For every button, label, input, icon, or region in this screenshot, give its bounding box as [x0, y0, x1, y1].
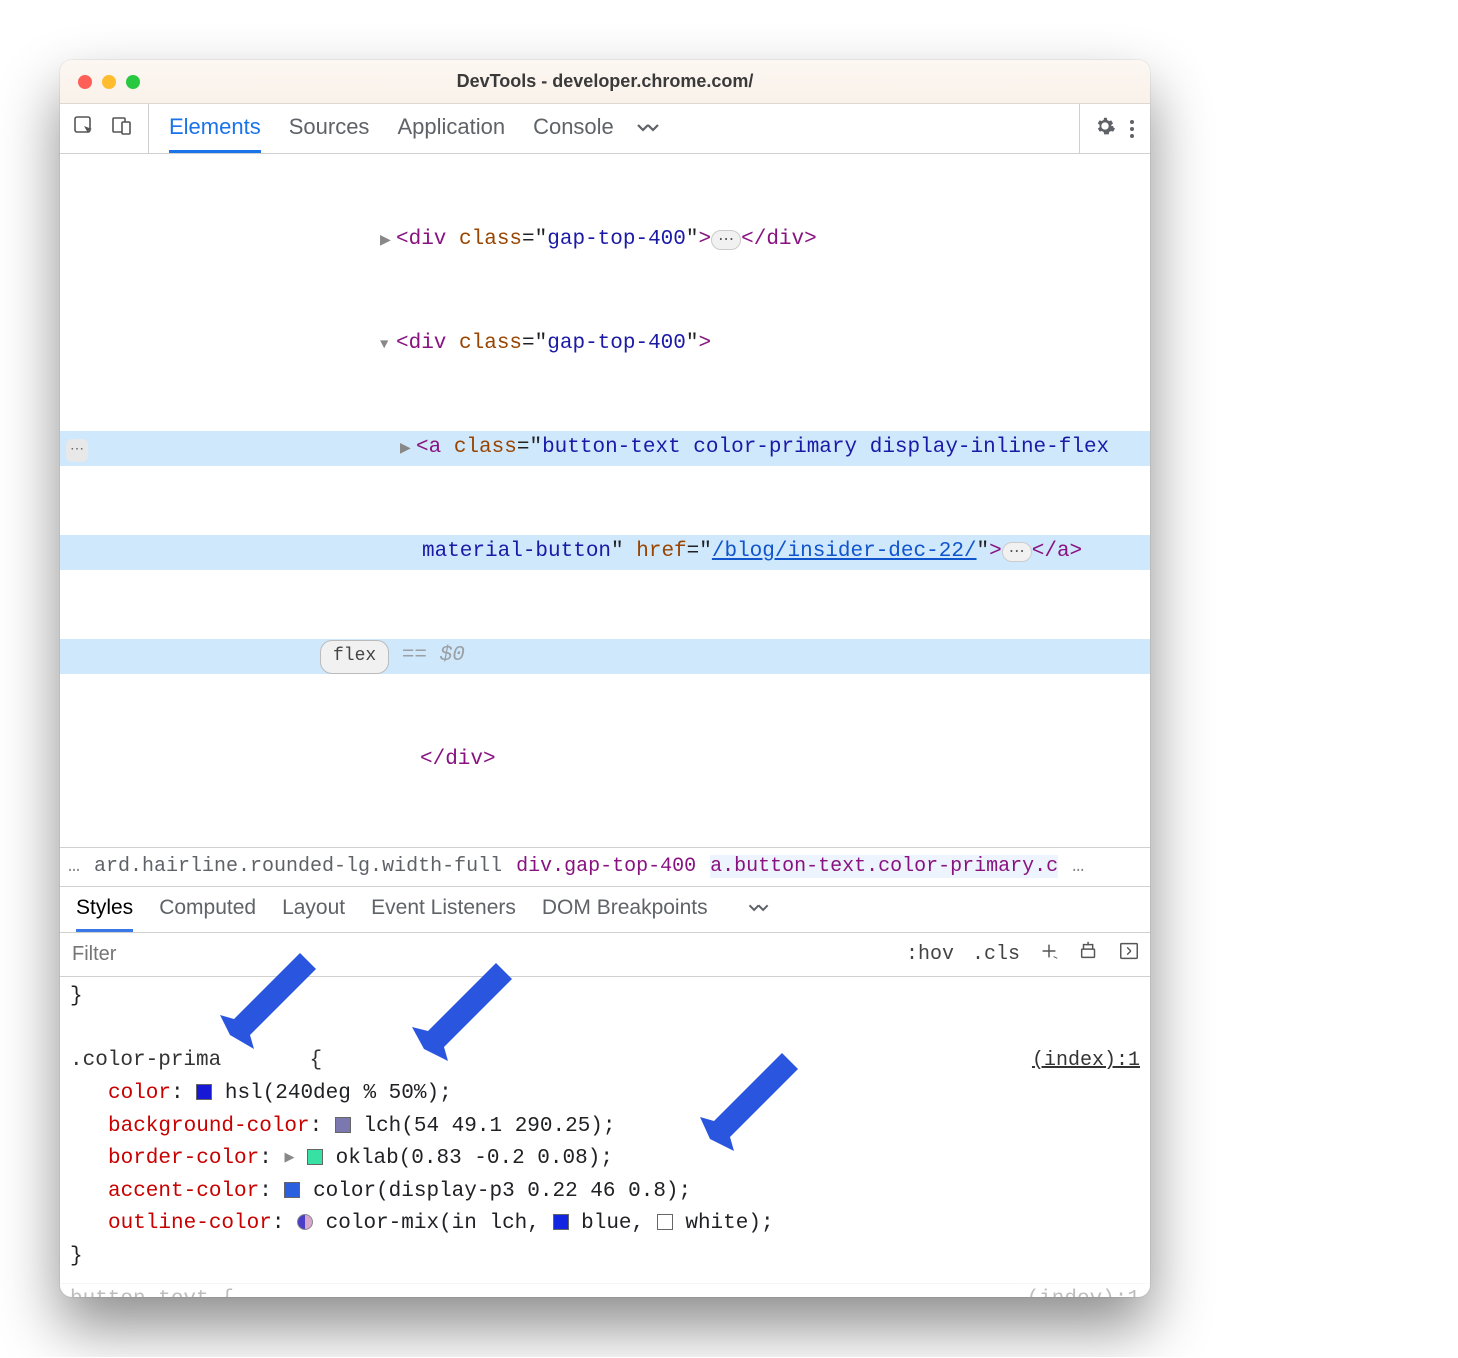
css-selector[interactable]: .color-prima	[70, 1049, 221, 1072]
color-swatch-icon[interactable]	[307, 1149, 323, 1165]
flex-badge[interactable]: flex	[320, 640, 389, 674]
inspect-element-icon[interactable]	[72, 114, 96, 144]
breadcrumb-item[interactable]: div.gap-top-400	[516, 855, 696, 878]
tab-styles[interactable]: Styles	[76, 887, 133, 932]
styles-pane[interactable]: } .color-prima { (index):1 color: hsl(24…	[60, 977, 1150, 1283]
tab-application[interactable]: Application	[397, 104, 505, 153]
dom-node-selected-meta: flex == $0	[60, 639, 1150, 674]
color-swatch-icon[interactable]	[196, 1084, 212, 1100]
breadcrumb-overflow-left[interactable]: …	[68, 855, 80, 878]
css-rule-header[interactable]: .color-prima { (index):1	[70, 1045, 1140, 1078]
css-declaration[interactable]: accent-color: color(display-p3 0.22 46 0…	[70, 1176, 1140, 1209]
more-sub-tabs-icon[interactable]	[744, 887, 775, 932]
styles-stray-brace: }	[70, 981, 1140, 1014]
minimize-window-button[interactable]	[102, 75, 116, 89]
paint-flash-icon[interactable]	[1078, 940, 1100, 969]
device-toolbar-icon[interactable]	[110, 114, 134, 144]
styles-filter-input[interactable]	[70, 942, 270, 967]
window-title: DevTools - developer.chrome.com/	[60, 71, 1150, 92]
dom-node-selected-cont[interactable]: material-button" href="/blog/insider-dec…	[60, 535, 1150, 570]
css-declaration[interactable]: border-color: ▶ oklab(0.83 -0.2 0.08);	[70, 1143, 1140, 1176]
close-window-button[interactable]	[78, 75, 92, 89]
tab-elements[interactable]: Elements	[169, 104, 261, 153]
tab-sources[interactable]: Sources	[289, 104, 370, 153]
tab-computed[interactable]: Computed	[159, 887, 256, 932]
ellipsis-icon[interactable]: ⋯	[1002, 542, 1032, 562]
styles-next-rule-cut: button tovt { (indov):1	[60, 1283, 1150, 1297]
css-rule-closing-brace: }	[70, 1241, 1140, 1274]
tab-layout[interactable]: Layout	[282, 887, 345, 932]
href-link[interactable]: /blog/insider-dec-22/	[712, 540, 977, 563]
gutter-ellipsis-icon: ⋯	[66, 439, 88, 462]
color-swatch-icon[interactable]	[335, 1117, 351, 1133]
ellipsis-icon[interactable]: ⋯	[711, 230, 741, 250]
css-source-link[interactable]: (index):1	[1032, 1045, 1140, 1078]
color-swatch-icon[interactable]	[657, 1214, 673, 1230]
color-mix-swatch-icon[interactable]	[297, 1214, 313, 1230]
more-tabs-icon[interactable]	[632, 104, 666, 153]
color-swatch-icon[interactable]	[284, 1182, 300, 1198]
dom-node-closing[interactable]: </div>	[60, 743, 1150, 778]
main-tabs: Elements Sources Application Console	[169, 104, 614, 153]
breadcrumb-overflow-right[interactable]: …	[1072, 855, 1084, 878]
tab-dom-breakpoints[interactable]: DOM Breakpoints	[542, 887, 708, 932]
styles-sub-tabs: Styles Computed Layout Event Listeners D…	[60, 887, 1150, 933]
css-declaration[interactable]: color: hsl(240deg % 50%);	[70, 1078, 1140, 1111]
css-declaration[interactable]: background-color: lch(54 49.1 290.25);	[70, 1111, 1140, 1144]
titlebar: DevTools - developer.chrome.com/	[60, 60, 1150, 104]
more-options-icon[interactable]	[1126, 114, 1138, 144]
css-declaration[interactable]: outline-color: color-mix(in lch, blue, w…	[70, 1208, 1140, 1241]
color-swatch-icon[interactable]	[553, 1214, 569, 1230]
tab-console[interactable]: Console	[533, 104, 614, 153]
hover-toggle[interactable]: :hov	[906, 943, 954, 966]
styles-filter-bar: :hov .cls	[60, 933, 1150, 977]
computed-panel-toggle-icon[interactable]	[1118, 940, 1140, 969]
settings-icon[interactable]	[1094, 115, 1116, 143]
new-style-rule-icon[interactable]	[1038, 940, 1060, 969]
tab-event-listeners[interactable]: Event Listeners	[371, 887, 516, 932]
cls-toggle[interactable]: .cls	[972, 943, 1020, 966]
dollar-zero-label: == $0	[389, 644, 465, 667]
devtools-window: DevTools - developer.chrome.com/ Element…	[60, 60, 1150, 1297]
expand-icon[interactable]: ▶	[284, 1148, 294, 1168]
breadcrumb-item[interactable]: ard.hairline.rounded-lg.width-full	[94, 855, 502, 878]
dom-node-expanded[interactable]: ▼<div class="gap-top-400">	[60, 327, 1150, 362]
dom-node-collapsed[interactable]: ▶<div class="gap-top-400">⋯</div>	[60, 223, 1150, 258]
dom-breadcrumbs[interactable]: … ard.hairline.rounded-lg.width-full div…	[60, 847, 1150, 887]
dom-tree[interactable]: ▶<div class="gap-top-400">⋯</div> ▼<div …	[60, 154, 1150, 847]
maximize-window-button[interactable]	[126, 75, 140, 89]
main-toolbar: Elements Sources Application Console	[60, 104, 1150, 154]
breadcrumb-item-current[interactable]: a.button-text.color-primary.c	[710, 855, 1058, 878]
dom-node-selected[interactable]: ⋯▶<a class="button-text color-primary di…	[60, 431, 1150, 466]
traffic-lights	[78, 75, 140, 89]
